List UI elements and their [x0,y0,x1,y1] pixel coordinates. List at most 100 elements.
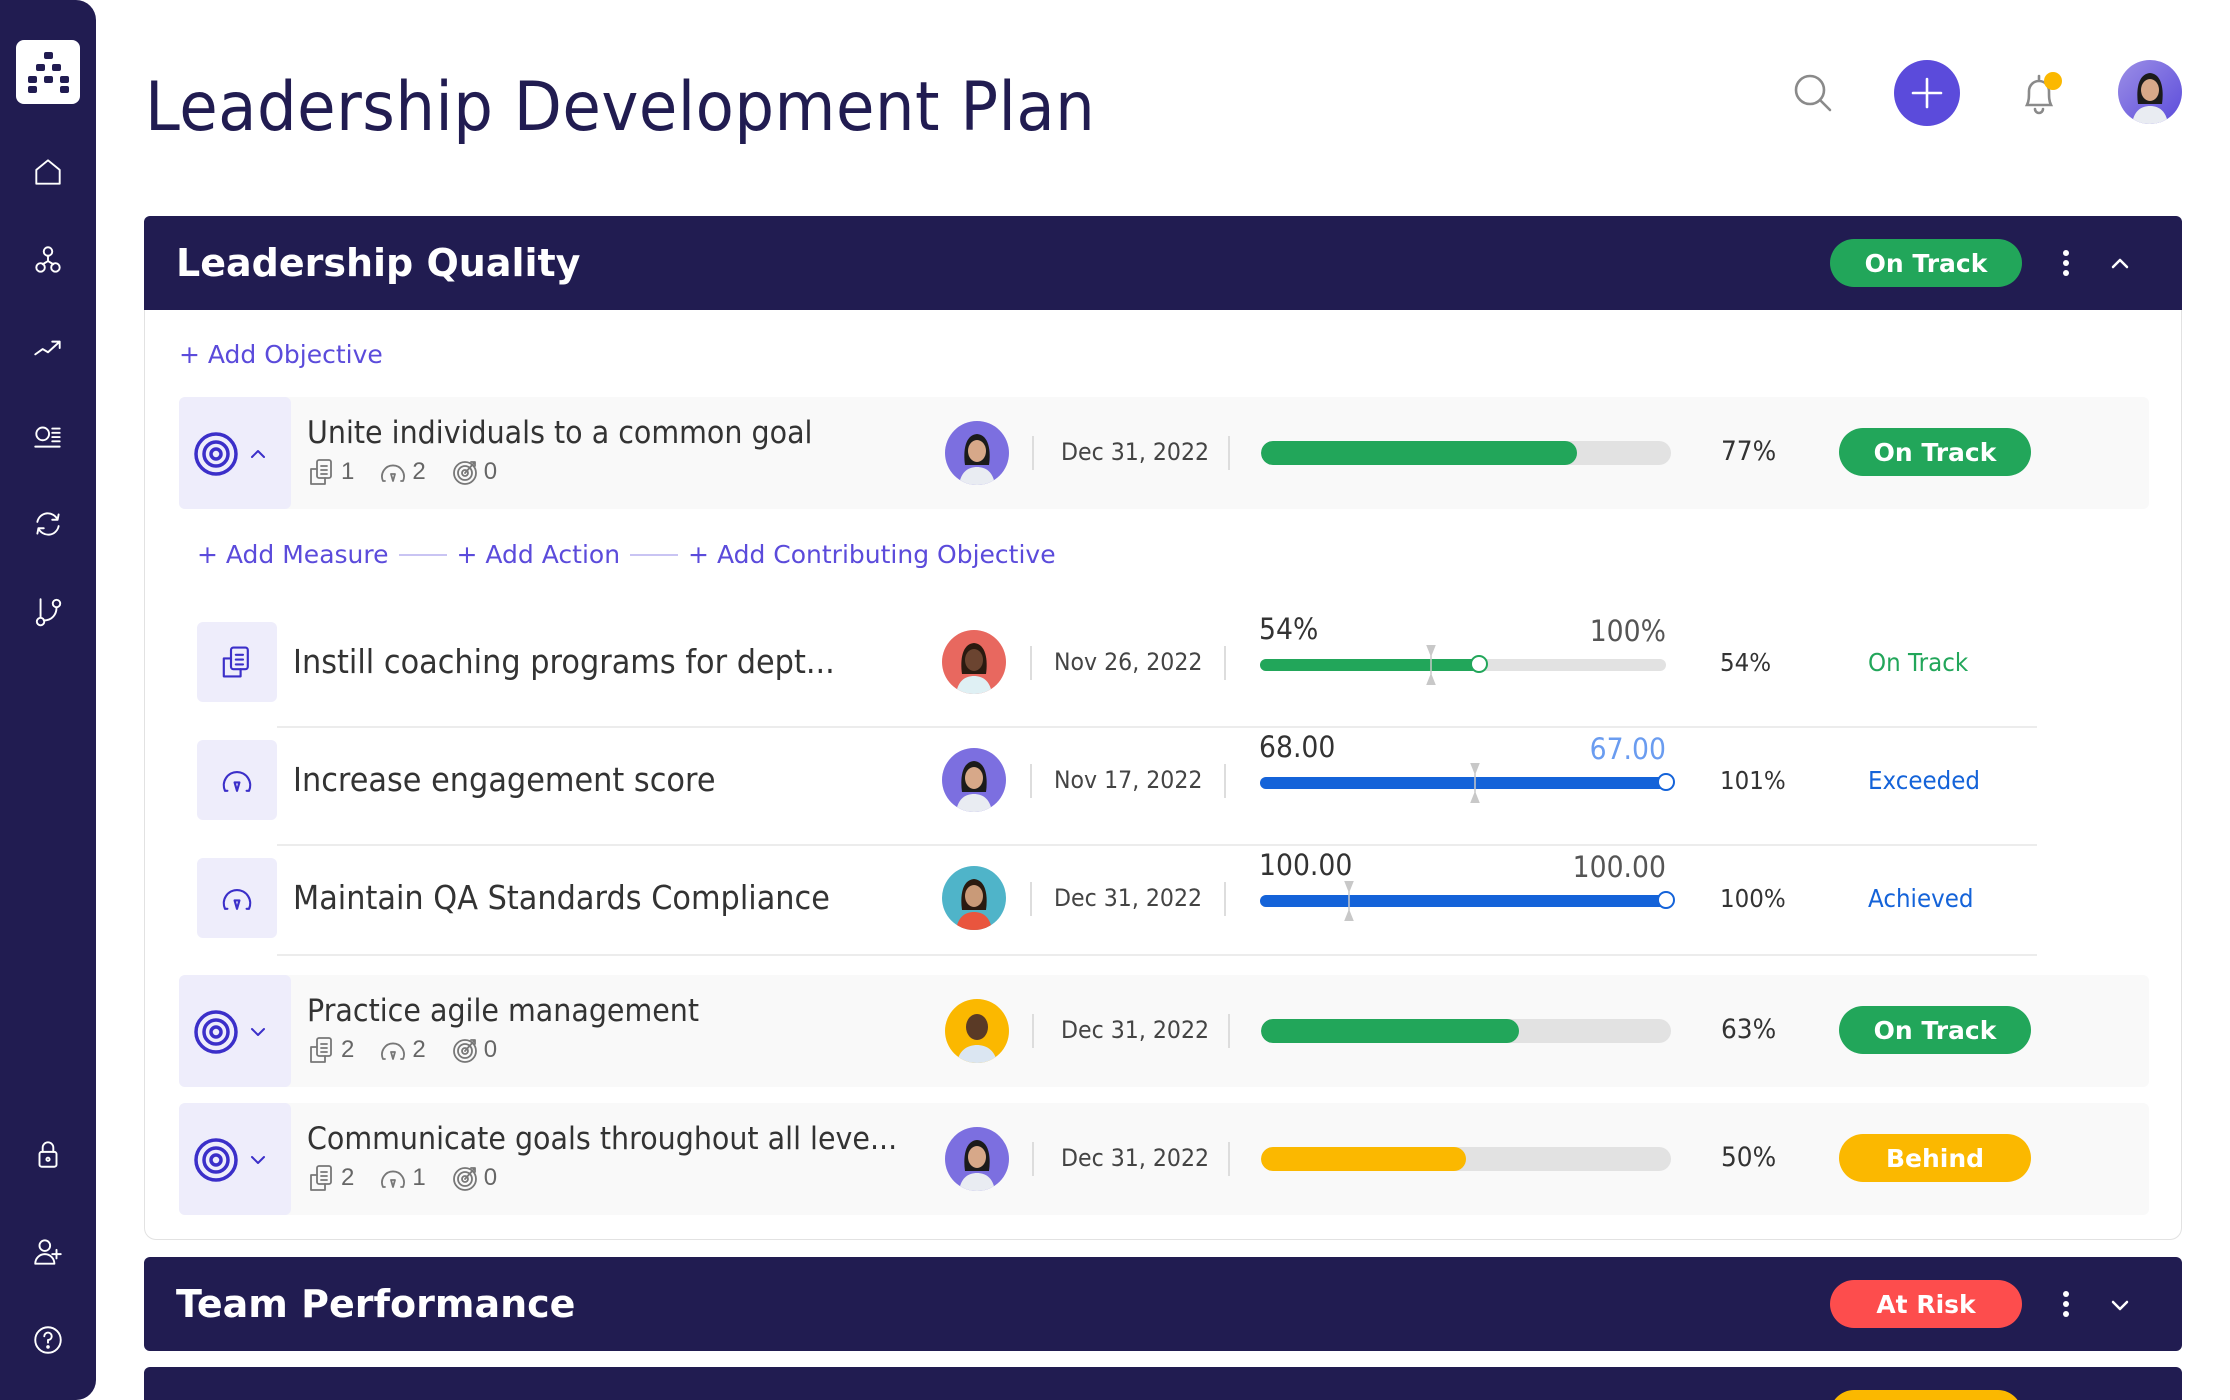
section-status-badge: On Track [1830,239,2022,287]
app-logo[interactable] [16,40,80,104]
add-measure-link[interactable]: + Add Measure [197,540,389,569]
trending-up-icon [34,340,61,356]
section-header-next[interactable] [144,1367,2182,1400]
objective-title[interactable]: Unite individuals to a common goal [307,415,812,451]
target-icon [194,432,238,476]
add-contributing-objective-link[interactable]: + Add Contributing Objective [688,540,1056,569]
gauge-icon [381,1170,406,1188]
section-status-badge: At Risk [1830,1280,2022,1328]
section-collapse-button[interactable] [2102,246,2138,282]
measures-count: 1 [412,1164,426,1191]
slider-handle[interactable] [1657,891,1675,909]
divider [1032,1014,1034,1048]
home-icon [35,159,61,185]
progress-bar-fill [1261,1147,1466,1171]
sidebar-item-trends[interactable] [28,328,68,368]
sidebar-item-home[interactable] [28,152,68,192]
divider [1228,1142,1230,1176]
user-avatar[interactable] [2118,60,2182,124]
objective-title[interactable]: Communicate goals throughout all leve... [307,1121,897,1157]
section-header-team-performance[interactable]: Team Performance At Risk [144,1257,2182,1351]
measure-title[interactable]: Maintain QA Standards Compliance [293,878,830,917]
chevron-down-icon [251,1028,265,1036]
search-button[interactable] [1780,60,1846,126]
owner-avatar[interactable] [942,866,1006,930]
section-expand-button[interactable] [2102,1287,2138,1323]
sync-icon [36,512,60,536]
add-button[interactable] [1894,60,1960,126]
notifications-button[interactable] [2006,60,2072,126]
contributing-target-icon [452,1039,477,1063]
measure-status: On Track [1868,648,1969,677]
divider [1224,882,1226,916]
divider [1030,882,1032,916]
actions-icon [222,646,249,678]
divider [1224,764,1226,798]
notification-dot [2044,72,2062,90]
progress-bar [1261,1147,1671,1171]
divider [1224,646,1226,680]
target-value: 67.00 [1589,732,1666,766]
due-date: Nov 17, 2022 [1054,766,1203,794]
avatar-woman-icon [2118,60,2182,124]
sidebar-item-branch[interactable] [28,592,68,632]
measure-slider[interactable] [1260,881,1675,921]
due-date: Dec 31, 2022 [1061,438,1210,466]
slider-handle[interactable] [1657,773,1675,791]
divider [630,553,679,556]
objective-row[interactable]: Communicate goals throughout all leve...… [179,1103,2149,1215]
expected-progress-marker [1425,645,1436,685]
objective-toggle[interactable] [179,397,291,509]
measure-title[interactable]: Increase engagement score [293,760,716,799]
avatar-man-icon [945,999,1009,1063]
action-type-badge [197,622,277,702]
measure-slider[interactable] [1260,763,1675,803]
gauge-icon [222,889,252,910]
objective-meta: 2 2 0 [307,1035,511,1065]
slider-handle[interactable] [1470,655,1489,673]
status-badge: Behind [1839,1134,2031,1182]
objective-title[interactable]: Practice agile management [307,993,699,1029]
actions-count: 2 [341,1164,355,1191]
divider [1030,764,1032,798]
status-badge: On Track [1839,1006,2031,1054]
chevron-up-icon [2111,258,2129,269]
slider-fill [1260,895,1666,907]
objective-meta: 1 2 0 [307,457,511,487]
section-header-leadership-quality[interactable]: Leadership Quality On Track [144,216,2182,310]
actions-icon [310,1037,332,1063]
owner-avatar[interactable] [945,999,1009,1063]
owner-avatar[interactable] [945,421,1009,485]
divider [398,553,447,556]
due-date: Dec 31, 2022 [1054,884,1203,912]
current-value: 68.00 [1259,730,1336,764]
current-value: 54% [1259,612,1319,646]
sidebar-item-hierarchy[interactable] [28,240,68,280]
sidebar-item-sync[interactable] [28,504,68,544]
due-date: Dec 31, 2022 [1061,1144,1210,1172]
sidebar-item-help[interactable] [28,1320,68,1360]
measure-title[interactable]: Instill coaching programs for dept... [293,642,835,681]
section-more-menu-icon[interactable] [2054,1287,2078,1327]
row-divider [277,844,2037,846]
row-divider [277,954,2037,956]
owner-avatar[interactable] [942,748,1006,812]
sidebar-item-lock[interactable] [28,1134,68,1174]
objective-toggle[interactable] [179,975,291,1087]
objective-toggle[interactable] [179,1103,291,1215]
add-objective-link[interactable]: + Add Objective [179,340,383,369]
sidebar-item-add-user[interactable] [28,1232,68,1272]
avatar-icon [942,630,1006,694]
sidebar-item-list[interactable] [28,416,68,456]
measure-slider[interactable] [1260,645,1666,685]
slider-fill [1260,659,1480,671]
objective-row[interactable]: Practice agile management 2 2 0 Dec 31, … [179,975,2149,1087]
section-more-menu-icon[interactable] [2054,246,2078,286]
owner-avatar[interactable] [942,630,1006,694]
section-title: Team Performance [176,1282,576,1326]
target-icon [194,1010,238,1054]
owner-avatar[interactable] [945,1127,1009,1191]
add-action-link[interactable]: + Add Action [457,540,621,569]
chevron-up-icon [251,450,265,458]
objective-row[interactable]: Unite individuals to a common goal 1 2 0… [179,397,2149,509]
